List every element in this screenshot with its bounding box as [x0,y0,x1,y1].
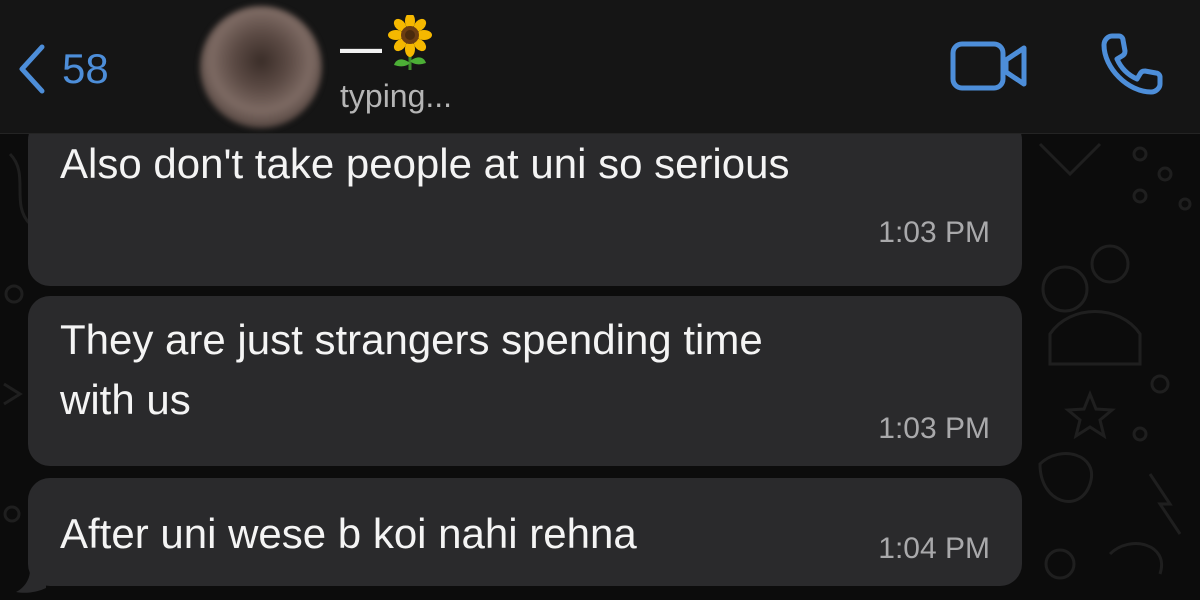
message-bubble[interactable]: They are just strangers spending time wi… [28,296,1022,466]
typing-status: typing... [340,78,453,114]
contact-name-text: — [340,24,382,71]
sunflower-emoji [384,13,436,81]
bubble-tail [16,570,46,593]
unread-count: 58 [62,45,109,92]
message-timestamp: 1:03 PM [878,216,990,249]
message-bubble[interactable]: After uni wese b koi nahi rehna 1:04 PM [28,478,1022,586]
back-button[interactable]: 58 [14,34,109,104]
message-text: After uni wese b koi nahi rehna [60,510,637,557]
video-call-button[interactable] [950,38,1030,99]
chat-screen: 58 — typing... Also don't take people at… [0,0,1200,600]
message-text: They are just strangers spending time wi… [60,316,763,423]
message-timestamp: 1:03 PM [878,412,990,445]
message-timestamp: 1:04 PM [878,532,990,565]
avatar[interactable] [200,6,322,128]
chevron-left-icon [14,41,48,97]
contact-name[interactable]: — [340,13,436,81]
message-text: Also don't take people at uni so serious [60,140,790,187]
voice-call-button[interactable] [1098,30,1166,103]
phone-icon [1098,33,1166,102]
chat-header: 58 — typing... [0,0,1200,134]
video-camera-icon [950,41,1030,98]
message-list[interactable]: Also don't take people at uni so serious… [0,134,1200,600]
message-bubble[interactable]: Also don't take people at uni so serious… [28,134,1022,286]
